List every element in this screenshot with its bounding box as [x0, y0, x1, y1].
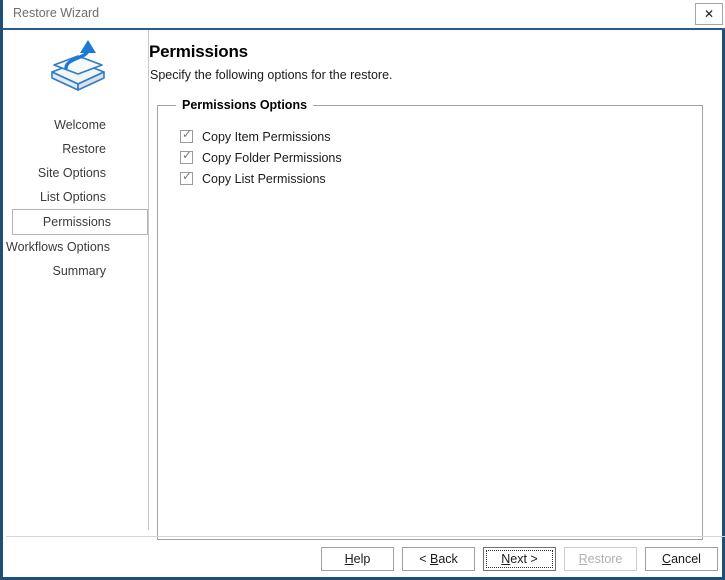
restore-button: Restore	[564, 547, 637, 571]
sidebar-item-summary[interactable]: Summary	[6, 259, 148, 283]
restore-box-arrow-icon	[44, 34, 112, 96]
check-icon: ✓	[182, 127, 193, 141]
wizard-sidebar: Welcome Restore Site Options List Option…	[6, 30, 148, 577]
page-title: Permissions	[149, 42, 248, 61]
checkbox-label-copy-item-permissions: Copy Item Permissions	[202, 129, 331, 144]
sidebar-item-list-options[interactable]: List Options	[6, 185, 148, 209]
footer-divider	[6, 536, 725, 537]
close-icon: ✕	[703, 7, 715, 21]
page-subtitle: Specify the following options for the re…	[150, 68, 393, 82]
next-button-rest: ext >	[510, 552, 538, 566]
wizard-step-list: Welcome Restore Site Options List Option…	[6, 113, 148, 283]
checkbox-row-copy-item-permissions[interactable]: ✓ Copy Item Permissions	[180, 126, 342, 147]
checkbox-label-copy-list-permissions: Copy List Permissions	[202, 171, 326, 186]
wizard-button-bar: Help < Back Next > Restore Cancel	[321, 547, 718, 571]
checkbox-label-copy-folder-permissions: Copy Folder Permissions	[202, 150, 342, 165]
cancel-button-rest: ancel	[671, 552, 701, 566]
restore-button-rest: estore	[587, 552, 623, 566]
close-button[interactable]: ✕	[695, 3, 723, 25]
restore-wizard-window: Restore Wizard ✕ Welcome Restore Site Op…	[0, 0, 725, 580]
next-button[interactable]: Next >	[483, 547, 556, 571]
back-button-rest: ack	[438, 552, 458, 566]
help-button[interactable]: Help	[321, 547, 394, 571]
sidebar-item-restore[interactable]: Restore	[6, 137, 148, 161]
title-bar: Restore Wizard ✕	[3, 0, 725, 29]
cancel-button[interactable]: Cancel	[645, 547, 718, 571]
back-button-prefix: <	[419, 552, 430, 566]
sidebar-item-permissions[interactable]: Permissions	[12, 209, 148, 235]
back-button[interactable]: < Back	[402, 547, 475, 571]
checkbox-row-copy-list-permissions[interactable]: ✓ Copy List Permissions	[180, 168, 342, 189]
sidebar-item-site-options[interactable]: Site Options	[6, 161, 148, 185]
group-legend: Permissions Options	[176, 98, 314, 112]
check-icon: ✓	[182, 169, 193, 183]
check-icon: ✓	[182, 148, 193, 162]
permissions-checkbox-list: ✓ Copy Item Permissions ✓ Copy Folder Pe…	[180, 126, 342, 189]
checkbox-copy-list-permissions[interactable]: ✓	[180, 169, 193, 185]
checkbox-row-copy-folder-permissions[interactable]: ✓ Copy Folder Permissions	[180, 147, 342, 168]
checkbox-copy-item-permissions[interactable]: ✓	[180, 127, 193, 143]
sidebar-item-welcome[interactable]: Welcome	[6, 113, 148, 137]
help-button-rest: elp	[353, 552, 371, 566]
sidebar-item-workflows-options[interactable]: Workflows Options	[6, 235, 148, 259]
content-panel: Permissions Specify the following option…	[149, 30, 719, 574]
checkbox-copy-folder-permissions[interactable]: ✓	[180, 148, 193, 164]
permissions-options-group: Permissions Options ✓ Copy Item Permissi…	[157, 98, 703, 540]
window-title: Restore Wizard	[13, 6, 100, 20]
